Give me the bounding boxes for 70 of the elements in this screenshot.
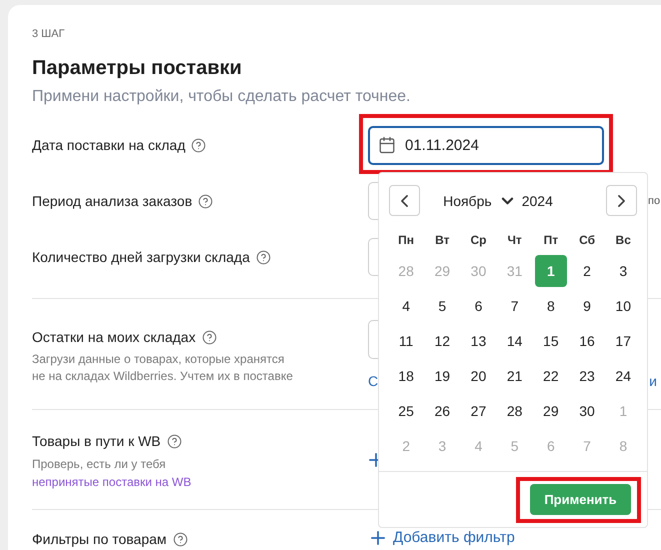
day-cell[interactable]: 11 bbox=[390, 324, 422, 356]
day-cell[interactable]: 9 bbox=[571, 290, 604, 322]
help-icon[interactable] bbox=[166, 434, 182, 448]
day-cell[interactable]: 28 bbox=[498, 394, 531, 426]
field-label: Товары в пути к WB bbox=[32, 432, 161, 451]
day-cell[interactable]: 12 bbox=[426, 324, 458, 356]
day-cell[interactable]: 30 bbox=[571, 394, 604, 426]
add-filter-link[interactable]: Добавить фильтр bbox=[371, 529, 515, 546]
weekday-label: Чт bbox=[506, 232, 523, 248]
day-cell[interactable]: 13 bbox=[462, 324, 494, 356]
day-cell[interactable]: 21 bbox=[498, 360, 531, 392]
weekday-label: Пт bbox=[542, 232, 560, 248]
field-label: Количество дней загрузки склада bbox=[32, 248, 250, 267]
date-value: 01.11.2024 bbox=[405, 136, 479, 154]
day-cell[interactable]: 16 bbox=[571, 324, 604, 356]
previous-month-button[interactable] bbox=[389, 185, 420, 216]
chevron-down-icon[interactable] bbox=[502, 198, 513, 204]
day-cell[interactable]: 8 bbox=[534, 290, 567, 322]
help-icon[interactable] bbox=[202, 330, 217, 344]
day-cell[interactable]: 7 bbox=[498, 290, 531, 322]
description-text: Загрузи данные о товарах, которые хранятся bbox=[32, 351, 286, 368]
year-text[interactable]: 2024 bbox=[522, 192, 553, 208]
help-icon[interactable] bbox=[172, 532, 188, 546]
month-select[interactable]: Ноябрь bbox=[443, 192, 492, 208]
link-text[interactable]: и bbox=[649, 373, 657, 389]
day-cell[interactable]: 20 bbox=[462, 360, 494, 392]
day-cell[interactable]: 15 bbox=[534, 324, 567, 356]
field-label: Дата поставки на склад bbox=[32, 136, 186, 155]
day-cell[interactable]: 6 bbox=[462, 290, 494, 322]
next-month-button[interactable] bbox=[606, 185, 637, 216]
section-subtitle: Примени настройки, чтобы сделать расчет точнее. bbox=[32, 87, 412, 107]
day-cell[interactable]: 5 bbox=[426, 290, 458, 322]
day-cell[interactable]: 26 bbox=[426, 394, 458, 426]
day-cell[interactable]: 19 bbox=[426, 360, 458, 392]
help-icon[interactable] bbox=[256, 250, 271, 264]
link-text[interactable]: С bbox=[368, 373, 378, 389]
field-label: Фильтры по товарам bbox=[32, 530, 167, 549]
day-cell[interactable]: 25 bbox=[390, 394, 422, 426]
day-cell[interactable]: 4 bbox=[390, 290, 422, 322]
calendar-icon bbox=[378, 136, 396, 154]
day-cell[interactable]: 24 bbox=[607, 360, 640, 392]
day-cell[interactable]: 17 bbox=[607, 324, 640, 356]
chevron-right-icon bbox=[618, 194, 625, 206]
day-cell[interactable]: 14 bbox=[498, 324, 531, 356]
weekday-label: Сб bbox=[578, 232, 596, 248]
field-label: по bbox=[648, 195, 660, 207]
day-cell[interactable]: 18 bbox=[390, 360, 422, 392]
help-icon[interactable] bbox=[198, 194, 214, 208]
step-label: 3 ШАГ bbox=[32, 27, 66, 41]
day-cell[interactable]: 2 bbox=[571, 254, 604, 286]
shipments-link[interactable]: непринятые поставки на WB bbox=[32, 473, 368, 491]
date-field[interactable]: 01.11.2024 bbox=[368, 126, 604, 164]
description-text: Проверь, есть ли у тебя bbox=[32, 456, 167, 473]
weekday-label: Ср bbox=[469, 232, 488, 248]
field-label: Остатки на моих складах bbox=[32, 328, 196, 347]
day-cell[interactable]: 27 bbox=[462, 394, 494, 426]
plus-icon bbox=[371, 530, 385, 544]
day-cell[interactable]: 29 bbox=[534, 394, 567, 426]
day-cell[interactable]: 10 bbox=[607, 290, 640, 322]
weekday-label: Пн bbox=[397, 232, 416, 248]
day-cell[interactable]: 3 bbox=[607, 254, 640, 286]
day-cell[interactable]: 23 bbox=[571, 360, 604, 392]
section-title: Параметры поставки bbox=[32, 56, 243, 81]
weekday-label: Вс bbox=[614, 232, 632, 248]
day-cell[interactable]: 22 bbox=[534, 360, 567, 392]
help-icon[interactable] bbox=[191, 138, 206, 152]
field-label: Период анализа заказов bbox=[32, 192, 192, 211]
description-text: не на складах Wildberries. Учтем их в поставке bbox=[32, 368, 294, 385]
weekday-label: Вт bbox=[434, 232, 450, 248]
chevron-left-icon bbox=[401, 194, 408, 206]
